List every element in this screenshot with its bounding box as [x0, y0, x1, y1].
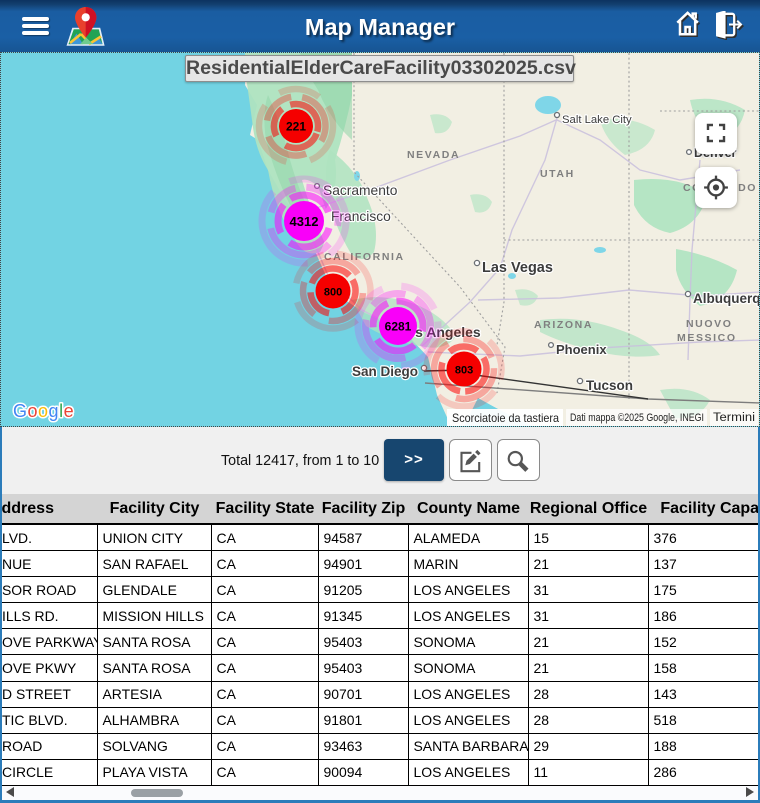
svg-text:Termini: Termini [713, 412, 755, 424]
svg-text:NEVADA: NEVADA [407, 149, 460, 161]
svg-text:Tucson: Tucson [586, 378, 633, 393]
svg-text:Google: Google [13, 401, 74, 421]
svg-text:Sacramento: Sacramento [323, 183, 398, 198]
svg-text:6281: 6281 [385, 320, 412, 334]
svg-text:Las Vegas: Las Vegas [482, 260, 553, 276]
svg-text:Albuquerque: Albuquerque [693, 291, 759, 306]
svg-text:MESSICO: MESSICO [677, 332, 737, 344]
svg-text:800: 800 [324, 287, 342, 299]
svg-text:221: 221 [286, 120, 306, 134]
svg-text:Dati mappa ©2025 Google, INEGI: Dati mappa ©2025 Google, INEGI [570, 412, 704, 424]
svg-text:4312: 4312 [290, 214, 319, 229]
svg-text:Phoenix: Phoenix [556, 342, 607, 357]
svg-text:803: 803 [455, 365, 473, 377]
svg-text:ARIZONA: ARIZONA [534, 319, 593, 331]
svg-text:NUOVO: NUOVO [686, 318, 733, 330]
svg-text:Salt Lake City: Salt Lake City [562, 114, 632, 126]
svg-text:Scorciatoie da tastiera: Scorciatoie da tastiera [452, 411, 559, 425]
svg-text:UTAH: UTAH [540, 168, 575, 180]
